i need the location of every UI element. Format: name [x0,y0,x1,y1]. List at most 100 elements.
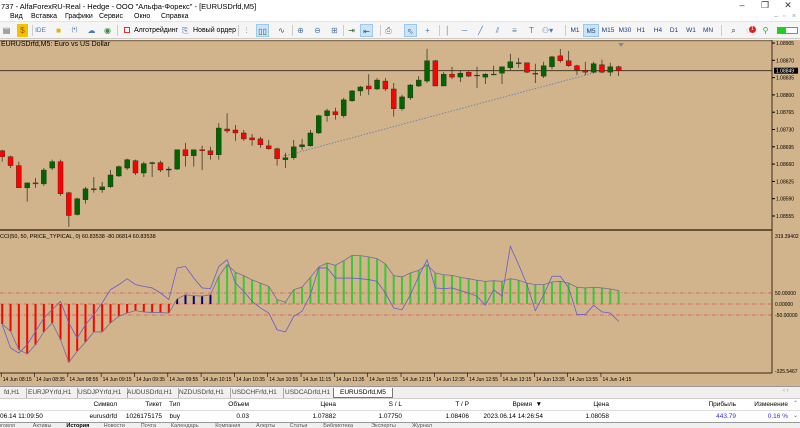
candle [532,72,539,75]
market-bag-icon[interactable]: ■ [52,24,65,37]
algo-trading-button[interactable]: Алготрейдинг [122,24,178,37]
cci-histogram-bar [9,304,12,332]
symbol-tab-active[interactable]: EURUSDrfd,M5 [333,388,393,398]
vps-icon[interactable]: ◉ [101,24,114,37]
tabs-scroll-arrows[interactable]: ‹ › [783,388,789,394]
symbol-tab[interactable]: USDCHFrfd,H1 [226,388,284,398]
symbol-tab[interactable]: NZDUSDrfd,H1 [173,388,231,398]
chart-shift-icon[interactable]: ⇤ [360,24,373,37]
crosshair-icon[interactable]: + [421,24,434,37]
timeframe-m30[interactable]: M30 [617,24,633,37]
time-label: 14 Jun 10:35 [236,377,265,383]
screenshot-icon[interactable]: ⎙ [382,24,395,37]
cell-price: 1.07882 [312,413,337,420]
zoom-in-icon[interactable]: ⊕ [294,24,307,37]
mdi-close-icon[interactable]: × [792,13,796,20]
candle [149,162,155,164]
candle [407,84,414,99]
horizontal-line-icon[interactable]: ─ [458,24,471,37]
menu-view[interactable]: Вид [10,13,23,20]
terminal-tab[interactable]: История [66,423,89,428]
candle [66,192,72,216]
col-current-price[interactable]: Цена [593,401,609,408]
col-tp[interactable]: T / P [455,401,469,408]
col-type[interactable]: Тип [169,401,180,408]
terminal-tab[interactable]: Новости [104,423,125,428]
candlestick-chart-icon[interactable]: ▯▯ [256,24,269,37]
maximize-button[interactable]: ❐ [755,0,775,12]
line-chart-icon[interactable]: ∿ [275,24,288,37]
symbol-tab[interactable]: USDJPYrfd,H1 [72,388,129,398]
col-change[interactable]: Изменение [754,401,788,408]
col-price[interactable]: Цена [320,401,336,408]
new-order-button[interactable]: ⎘ Новый ордер [181,24,236,37]
zoom-out-icon[interactable]: ⊖ [311,24,324,37]
cell-sl[interactable]: 1.07750 [379,413,403,420]
timeframe-h4[interactable]: H4 [650,24,666,37]
cell-tp[interactable]: 1.08406 [446,413,470,420]
scroll-down-icon[interactable]: ⌄ [793,412,798,419]
trendline-icon[interactable]: ╱ [474,24,487,37]
col-time[interactable]: Время [512,401,532,408]
terminal-tab[interactable]: Статьи [290,423,308,428]
timeframe-h1[interactable]: H1 [633,24,649,37]
signal-strength-icon[interactable]: ⚲ [759,24,772,37]
channel-icon[interactable]: ⫽ [491,24,504,37]
chart-canvas[interactable]: + 1.089051.088701.088351.088001.087651.0… [0,40,800,386]
ide-button[interactable]: IDE [34,24,47,37]
bar-chart-icon[interactable]: ⫶ [240,24,253,37]
timeframe-m5[interactable]: M5 [583,24,599,37]
menu-window[interactable]: Окно [134,13,150,20]
cci-histogram-bar [217,276,220,304]
timeframe-mn[interactable]: MN [700,24,716,37]
terminal-tab[interactable]: Активы [33,423,52,428]
terminal-tab[interactable]: Эксперты [371,423,396,428]
dollar-icon[interactable]: $ [17,24,28,37]
symbol-tab[interactable]: USDCADrfd,H1 [279,388,338,398]
col-ticket[interactable]: Тикет [145,401,162,408]
col-volume[interactable]: Объем [228,401,249,408]
shapes-icon[interactable]: ⚇▾ [541,24,554,37]
search-icon[interactable]: ⌕ [727,24,740,37]
menu-charts[interactable]: Графики [65,13,93,20]
cloud-icon[interactable]: ☁ [85,24,98,37]
vertical-line-icon[interactable]: │ [441,24,454,37]
auto-scroll-icon[interactable]: ⇥ [345,24,358,37]
terminal-tab[interactable]: Компания [215,423,240,428]
fibonacci-icon[interactable]: ≡ [508,24,521,37]
col-profit[interactable]: Прибыль [709,401,737,408]
cci-histogram-bar [117,304,120,317]
text-icon[interactable]: T [525,24,538,37]
menu-help[interactable]: Справка [161,13,188,20]
close-button[interactable]: ✕ [778,0,798,12]
col-symbol[interactable]: Символ [94,401,117,408]
candle [515,62,522,64]
mdi-restore-icon[interactable]: ▫ [783,13,785,20]
cursor-icon[interactable]: ⇖ [404,24,417,37]
terminal-tab[interactable]: Торговля [0,423,15,428]
symbol-tab[interactable]: AUDUSDrfd,H1 [121,388,180,398]
table-row[interactable]: 06.14 11:09:50 eurusdrfd 1026175175 buy … [0,411,800,422]
new-chart-icon[interactable]: ▤ [0,24,13,37]
timeframe-d1[interactable]: D1 [666,24,682,37]
terminal-tab[interactable]: Почта [141,423,156,428]
current-price-label: 1.08849 [776,69,794,75]
terminal-tab[interactable]: Алерты [256,423,275,428]
menu-tools[interactable]: Сервис [99,13,123,20]
signals-icon[interactable]: (•) [68,24,81,37]
terminal-tab[interactable]: Календарь [171,423,199,428]
terminal-tab[interactable]: Библиотека [323,423,353,428]
scroll-up-icon[interactable]: ⌃ [793,400,798,407]
timeframe-m15[interactable]: M15 [600,24,616,37]
terminal-tab[interactable]: Журнал [412,423,432,428]
menu-insert[interactable]: Вставка [31,13,57,20]
mdi-minimize-icon[interactable]: – [774,13,778,20]
minimize-button[interactable]: – [732,0,752,12]
chart-window[interactable]: + 1.089051.088701.088351.088001.087651.0… [0,40,800,386]
candle [482,73,489,78]
symbol-tab[interactable]: EURJPYrfd,H1 [22,388,79,398]
grid-icon[interactable]: ⊞ [328,24,341,37]
timeframe-w1[interactable]: W1 [683,24,699,37]
timeframe-m1[interactable]: M1 [567,24,583,37]
col-sl[interactable]: S / L [389,401,402,408]
